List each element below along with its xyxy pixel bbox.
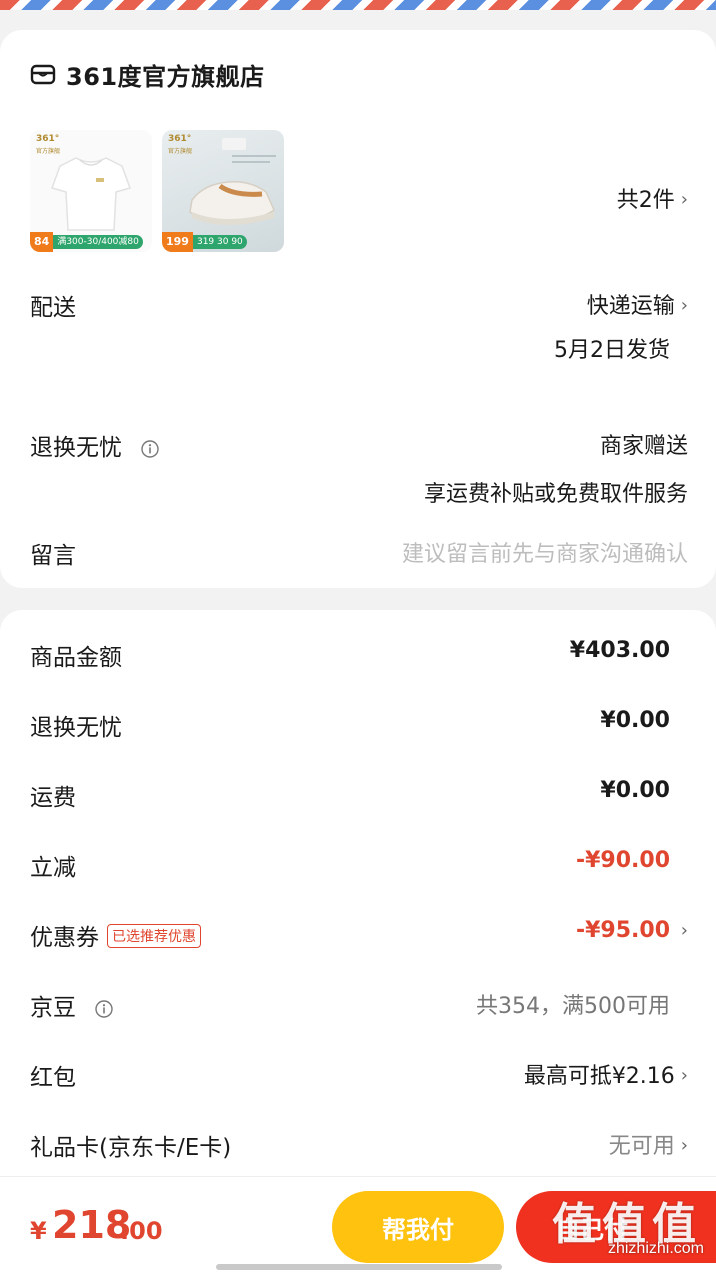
redpacket-label: 红包 [30, 1065, 76, 1091]
decorative-stripe [0, 0, 716, 10]
chevron-right-icon: › [680, 1135, 688, 1156]
info-icon [95, 999, 114, 1018]
goods-amount-label: 商品金额 [30, 645, 122, 671]
ship-date: 5月2日发货 [554, 338, 670, 363]
jingdou-row[interactable]: 京豆 [30, 988, 114, 1022]
coupon-value[interactable]: -¥95.00 [576, 918, 670, 943]
price-tag: 84 满300-30/400减80 [30, 232, 143, 252]
help-pay-button[interactable]: 帮我付 [332, 1191, 504, 1263]
coupon-tag: 已选推荐优惠 [107, 923, 201, 948]
watermark-site: zhizhizhi.com [607, 1240, 704, 1257]
product-price: 199 [162, 232, 193, 252]
shipping-fee-label: 运费 [30, 785, 76, 811]
product-thumbnail-shoe[interactable]: 361° 官方旗舰 199 319 30 90 [162, 130, 284, 252]
returns-desc: 享运费补贴或免费取件服务 [423, 482, 688, 507]
shop-header[interactable]: 361度官方旗舰店 [30, 58, 265, 91]
redpacket-value: 最高可抵¥2.16 [523, 1064, 675, 1089]
jingdou-label: 京豆 [30, 995, 76, 1021]
shop-name: 361度官方旗舰店 [66, 62, 265, 91]
returns-row-label[interactable]: 退换无忧 [30, 428, 160, 462]
currency-symbol: ¥ [30, 1217, 47, 1245]
promo-text: 319 30 90 [192, 235, 247, 249]
chevron-right-icon: › [680, 189, 688, 210]
giftcard-link[interactable]: 无可用 › [609, 1128, 688, 1160]
coupon-label: 优惠券 [30, 925, 99, 951]
total-decimal: .00 [120, 1217, 163, 1245]
chevron-right-icon: › [680, 295, 688, 316]
returns-value: 商家赠送 [599, 434, 688, 459]
price-summary-card: 商品金额 ¥403.00 退换无忧 ¥0.00 运费 ¥0.00 立减 -¥90… [0, 610, 716, 1210]
discount-value: -¥90.00 [575, 848, 670, 873]
chevron-right-icon[interactable]: › [681, 920, 688, 941]
info-icon [141, 439, 160, 458]
store-icon [30, 64, 56, 85]
giftcard-value: 无可用 [608, 1134, 675, 1159]
returns-fee-label: 退换无忧 [30, 715, 122, 741]
returns-fee-value: ¥0.00 [600, 708, 670, 733]
watermark: 值 值 值 zhizhizhi.com [552, 1188, 712, 1272]
jingdou-value: 共354，满500可用 [476, 994, 670, 1019]
redpacket-link[interactable]: 最高可抵¥2.16 › [524, 1058, 688, 1090]
watermark-char: 值 [552, 1199, 596, 1250]
shipping-fee-value: ¥0.00 [600, 778, 670, 803]
product-thumbnail-tshirt[interactable]: 361° 官方旗舰 84 满300-30/400减80 [30, 130, 152, 252]
discount-label: 立减 [30, 855, 76, 881]
goods-amount-value: ¥403.00 [569, 638, 670, 663]
delivery-label: 配送 [30, 295, 76, 321]
delivery-method-link[interactable]: 快递运输 › [587, 288, 688, 320]
chevron-right-icon: › [680, 1065, 688, 1086]
item-count-link[interactable]: 共2件 › [617, 182, 688, 214]
coupon-row[interactable]: 优惠券 已选推荐优惠 [30, 918, 201, 952]
giftcard-label: 礼品卡(京东卡/E卡) [30, 1135, 232, 1161]
order-card: 361度官方旗舰店 361° 官方旗舰 84 满300-30/400减80 36… [0, 30, 716, 588]
promo-text: 满300-30/400减80 [53, 235, 143, 249]
product-price: 84 [30, 232, 54, 252]
message-input[interactable]: 建议留言前先与商家沟通确认 [402, 536, 688, 568]
item-count: 共2件 [616, 188, 675, 213]
delivery-method: 快递运输 [586, 294, 675, 319]
price-tag: 199 319 30 90 [162, 232, 247, 252]
message-label: 留言 [30, 543, 76, 569]
home-indicator[interactable] [216, 1264, 502, 1270]
returns-label: 退换无忧 [30, 435, 122, 461]
